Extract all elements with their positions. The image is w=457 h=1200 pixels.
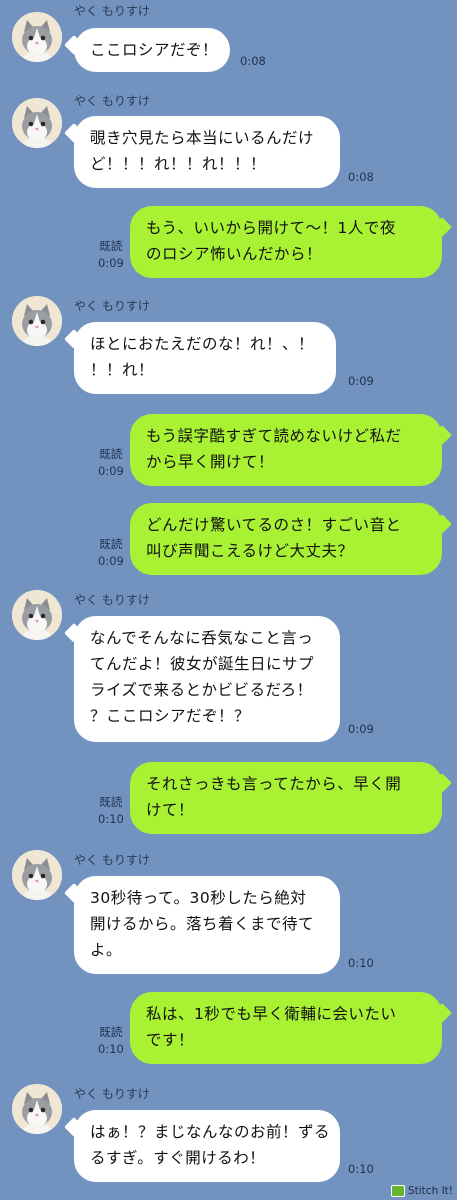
message-text: てんだよ！彼女が誕生日にサプ <box>90 655 315 673</box>
message-bubble[interactable]: なんでそんなに呑気なこと言っ てんだよ！彼女が誕生日にサプ ライズで来るとかビビ… <box>74 616 340 742</box>
timestamp: 0:08 <box>240 54 266 68</box>
read-label: 既読 <box>99 537 123 551</box>
read-receipt: 既読 0:10 <box>98 794 124 828</box>
timestamp: 0:09 <box>98 464 124 478</box>
avatar[interactable] <box>12 12 62 62</box>
read-label: 既読 <box>99 1025 123 1039</box>
read-label: 既読 <box>99 447 123 461</box>
message-text: 開けるから。落ち着くまで待て <box>90 915 315 933</box>
timestamp: 0:09 <box>348 374 374 388</box>
avatar[interactable] <box>12 98 62 148</box>
read-receipt: 既読 0:09 <box>98 446 124 480</box>
message-text: ？ここロシアだぞ！？ <box>90 707 251 725</box>
sender-name: やく もりすけ <box>74 593 150 607</box>
message-text: ほとにおたえだのな！れ！、！ <box>90 335 315 353</box>
message-text: 覗き穴見たら本当にいるんだけ <box>90 129 315 147</box>
message-text: から早く開けて！ <box>146 453 275 471</box>
read-label: 既読 <box>99 239 123 253</box>
message-text: よ。 <box>90 941 123 959</box>
timestamp: 0:09 <box>348 722 374 736</box>
message-text: けて！ <box>146 801 195 819</box>
timestamp: 0:10 <box>348 956 374 970</box>
read-receipt: 既読 0:09 <box>98 536 124 570</box>
message-text: です！ <box>146 1031 195 1049</box>
message-bubble[interactable]: それさっきも言ってたから、早く開 けて！ <box>130 762 442 834</box>
sender-name: やく もりすけ <box>74 4 150 18</box>
timestamp: 0:09 <box>98 256 124 270</box>
message-bubble[interactable]: はぁ！？まじなんなのお前！ずる るすぎ。すぐ開けるわ！ <box>74 1110 340 1182</box>
sender-name: やく もりすけ <box>74 94 150 108</box>
message-text: もう誤字酷すぎて読めないけど私だ <box>146 427 402 445</box>
watermark-text: Stitch It! <box>407 1185 453 1197</box>
timestamp: 0:09 <box>98 554 124 568</box>
avatar[interactable] <box>12 850 62 900</box>
message-text: それさっきも言ってたから、早く開 <box>146 775 402 793</box>
message-text: ！！れ！ <box>90 361 155 379</box>
sender-name: やく もりすけ <box>74 299 150 313</box>
read-receipt: 既読 0:09 <box>98 238 124 272</box>
message-text: ど！！！れ！！れ！！！ <box>90 155 267 173</box>
message-bubble[interactable]: どんだけ驚いてるのさ！すごい音と 叫び声聞こえるけど大丈夫？ <box>130 503 442 575</box>
stitch-icon <box>390 1185 405 1197</box>
timestamp: 0:08 <box>348 170 374 184</box>
message-text: 私は、1秒でも早く衛輔に会いたい <box>146 1005 397 1023</box>
message-bubble[interactable]: ここロシアだぞ！ <box>74 28 230 72</box>
timestamp: 0:10 <box>98 1042 124 1056</box>
avatar[interactable] <box>12 1084 62 1134</box>
avatar[interactable] <box>12 590 62 640</box>
message-text: のロシア怖いんだから！ <box>146 245 323 263</box>
message-text: はぁ！？まじなんなのお前！ずる <box>90 1123 331 1141</box>
message-bubble[interactable]: ほとにおたえだのな！れ！、！ ！！れ！ <box>74 322 336 394</box>
message-bubble[interactable]: 覗き穴見たら本当にいるんだけ ど！！！れ！！れ！！！ <box>74 116 340 188</box>
message-bubble[interactable]: 30秒待って。30秒したら絶対 開けるから。落ち着くまで待て よ。 <box>74 876 340 974</box>
sender-name: やく もりすけ <box>74 853 150 867</box>
message-text: 叫び声聞こえるけど大丈夫？ <box>146 542 354 560</box>
watermark: Stitch It! <box>390 1185 453 1197</box>
sender-name: やく もりすけ <box>74 1087 150 1101</box>
read-label: 既読 <box>99 795 123 809</box>
timestamp: 0:10 <box>98 812 124 826</box>
timestamp: 0:10 <box>348 1162 374 1176</box>
message-text: 30秒待って。30秒したら絶対 <box>90 889 307 907</box>
avatar[interactable] <box>12 296 62 346</box>
message-text: ここロシアだぞ！ <box>90 41 219 59</box>
message-bubble[interactable]: もう誤字酷すぎて読めないけど私だ から早く開けて！ <box>130 414 442 486</box>
message-text: ライズで来るとかビビるだろ！ <box>90 681 313 699</box>
read-receipt: 既読 0:10 <box>98 1024 124 1058</box>
message-text: どんだけ驚いてるのさ！すごい音と <box>146 516 402 534</box>
message-bubble[interactable]: 私は、1秒でも早く衛輔に会いたい です！ <box>130 992 442 1064</box>
message-text: なんでそんなに呑気なこと言っ <box>90 629 314 647</box>
message-text: るすぎ。すぐ開けるわ！ <box>90 1149 266 1167</box>
message-text: もう、いいから開けて〜！1人で夜 <box>146 219 396 237</box>
message-bubble[interactable]: もう、いいから開けて〜！1人で夜 のロシア怖いんだから！ <box>130 206 442 278</box>
